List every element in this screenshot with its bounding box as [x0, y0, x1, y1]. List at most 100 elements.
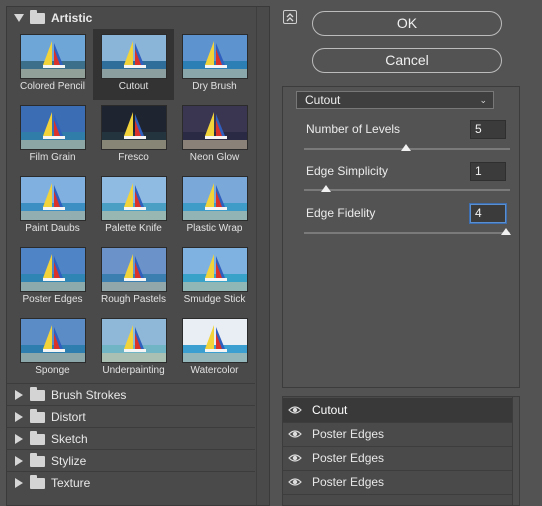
category-row[interactable]: Distort — [7, 406, 255, 428]
chevron-down-icon: ⌄ — [479, 95, 487, 105]
category-label: Sketch — [51, 432, 88, 446]
filter-select-value: Cutout — [305, 93, 341, 107]
filter-thumbnail — [20, 176, 86, 221]
filter-tile-label: Palette Knife — [105, 223, 162, 234]
category-artistic[interactable]: Artistic — [7, 7, 255, 29]
eye-icon[interactable] — [288, 404, 302, 416]
folder-icon — [30, 9, 45, 24]
filter-tile-label: Film Grain — [29, 152, 76, 163]
filter-tile[interactable]: Dry Brush — [174, 29, 255, 100]
filter-tile[interactable]: Poster Edges — [12, 242, 93, 313]
filter-thumbnail — [20, 34, 86, 79]
expand-triangle-icon[interactable] — [15, 478, 23, 488]
filter-tile[interactable]: Neon Glow — [174, 100, 255, 171]
category-label: Stylize — [51, 454, 87, 468]
param-slider-thumb[interactable] — [501, 228, 511, 235]
folder-icon — [30, 386, 45, 401]
filter-thumbnail — [101, 176, 167, 221]
filter-thumbnail — [182, 34, 248, 79]
filter-thumbnail — [20, 105, 86, 150]
expand-triangle-icon[interactable] — [15, 434, 23, 444]
filter-thumbnail — [182, 105, 248, 150]
effect-layer-label: Poster Edges — [312, 451, 385, 465]
effect-layer-label: Poster Edges — [312, 427, 385, 441]
param-label: Edge Simplicity — [306, 164, 389, 178]
filter-tile-label: Fresco — [118, 152, 149, 163]
cancel-button[interactable]: Cancel — [312, 48, 502, 73]
filter-select[interactable]: Cutout ⌄ — [296, 91, 494, 109]
filter-tile[interactable]: Underpainting — [93, 313, 174, 384]
collapse-up-icon — [286, 12, 294, 21]
param-slider-track[interactable] — [304, 189, 510, 191]
filter-tile[interactable]: Palette Knife — [93, 171, 174, 242]
expand-triangle-icon[interactable] — [15, 412, 23, 422]
filter-tile[interactable]: Watercolor — [174, 313, 255, 384]
collapse-browser-button[interactable] — [283, 10, 297, 24]
filter-tile-label: Watercolor — [190, 365, 239, 376]
filter-thumbnail — [182, 318, 248, 363]
category-row[interactable]: Stylize — [7, 450, 255, 472]
folder-icon — [30, 452, 45, 467]
filter-thumbnail — [20, 318, 86, 363]
filter-tile[interactable]: Paint Daubs — [12, 171, 93, 242]
filter-thumbnail — [20, 247, 86, 292]
filter-tile-label: Colored Pencil — [19, 81, 86, 92]
eye-icon[interactable] — [288, 476, 302, 488]
category-label: Brush Strokes — [51, 388, 127, 402]
param-slider-thumb[interactable] — [321, 185, 331, 192]
filter-tile-label: Underpainting — [102, 365, 165, 376]
effect-layer-row[interactable]: Poster Edges — [283, 422, 512, 447]
param-slider-thumb[interactable] — [401, 144, 411, 151]
filter-thumbnail — [101, 318, 167, 363]
expand-triangle-icon[interactable] — [14, 14, 24, 22]
effect-layer-row[interactable]: Poster Edges — [283, 446, 512, 471]
eye-icon[interactable] — [288, 452, 302, 464]
filter-tile[interactable]: Film Grain — [12, 100, 93, 171]
param-slider-track[interactable] — [304, 232, 510, 234]
filter-thumbnail — [182, 176, 248, 221]
eye-icon[interactable] — [288, 428, 302, 440]
filter-tile-label: Rough Pastels — [100, 294, 167, 305]
expand-triangle-icon[interactable] — [15, 390, 23, 400]
category-row[interactable]: Texture — [7, 472, 255, 494]
filter-thumbnail — [101, 34, 167, 79]
filter-tile[interactable]: Cutout — [93, 29, 174, 100]
category-label: Artistic — [51, 11, 93, 25]
expand-triangle-icon[interactable] — [15, 456, 23, 466]
category-row[interactable]: Sketch — [7, 428, 255, 450]
param-label: Edge Fidelity — [306, 206, 376, 220]
filter-tile-label: Sponge — [35, 365, 70, 376]
filter-tile-label: Cutout — [118, 81, 149, 92]
browser-scrollbar[interactable] — [256, 7, 269, 505]
param-value-field[interactable]: 1 — [470, 162, 506, 181]
filter-tile-label: Plastic Wrap — [186, 223, 243, 234]
layers-scrollbar[interactable] — [512, 397, 519, 505]
filter-tile[interactable]: Rough Pastels — [93, 242, 174, 313]
filter-tile[interactable]: Fresco — [93, 100, 174, 171]
filter-browser: Artistic Colored Pencil Cutout Dry Brush Fi… — [6, 6, 270, 506]
filter-thumbnail — [101, 247, 167, 292]
category-label: Texture — [51, 476, 91, 490]
effect-layers-list: Cutout Poster Edges Poster Edges Poster Edg… — [282, 396, 520, 506]
filter-tile[interactable]: Colored Pencil — [12, 29, 93, 100]
folder-icon — [30, 408, 45, 423]
category-row[interactable]: Brush Strokes — [7, 384, 255, 406]
effect-layer-row[interactable]: Poster Edges — [283, 470, 512, 495]
filter-tile-label: Neon Glow — [189, 152, 240, 163]
param-label: Number of Levels — [306, 122, 401, 136]
filter-tile[interactable]: Sponge — [12, 313, 93, 384]
folder-icon — [30, 430, 45, 445]
effect-layer-label: Poster Edges — [312, 475, 385, 489]
effect-layer-row[interactable]: Cutout — [283, 398, 512, 423]
param-value-field[interactable]: 4 — [470, 204, 506, 223]
filter-tile[interactable]: Smudge Stick — [174, 242, 255, 313]
filter-tile-label: Dry Brush — [192, 81, 237, 92]
ok-button[interactable]: OK — [312, 11, 502, 36]
filter-tile-label: Smudge Stick — [183, 294, 246, 305]
category-label: Distort — [51, 410, 86, 424]
param-value-field[interactable]: 5 — [470, 120, 506, 139]
filter-tile-label: Poster Edges — [22, 294, 83, 305]
filter-thumbnail — [101, 105, 167, 150]
effect-layer-label: Cutout — [312, 403, 348, 417]
filter-tile[interactable]: Plastic Wrap — [174, 171, 255, 242]
